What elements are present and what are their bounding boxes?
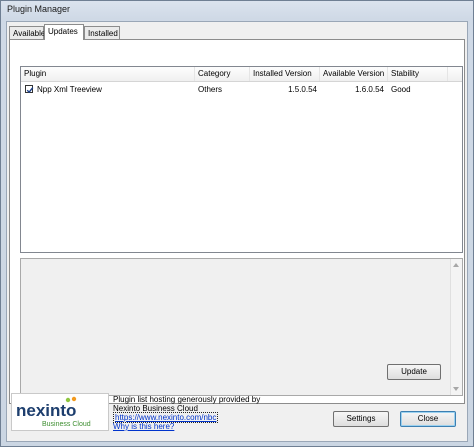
plugin-list[interactable]: Plugin Category Installed Version Availa… (20, 66, 463, 253)
cell-stability: Good (391, 85, 411, 94)
checkmark-icon (26, 87, 34, 94)
tab-available[interactable]: Available (9, 26, 45, 39)
hosting-line-1: Plugin list hosting generously provided … (113, 395, 261, 404)
tab-installed[interactable]: Installed (84, 26, 120, 39)
tab-updates[interactable]: Updates (44, 24, 84, 40)
table-row[interactable]: Npp Xml Treeview Others 1.5.0.54 1.6.0.5… (21, 83, 462, 96)
column-header-stability[interactable]: Stability (388, 67, 448, 81)
nexinto-logo-image: nexinto Business Cloud (12, 394, 108, 430)
update-button[interactable]: Update (387, 364, 441, 380)
scroll-up-arrow-icon[interactable] (453, 263, 459, 267)
settings-button[interactable]: Settings (333, 411, 389, 427)
cell-installed-version: 1.5.0.54 (288, 85, 317, 94)
cell-available-version: 1.6.0.54 (355, 85, 384, 94)
window-title: Plugin Manager (7, 4, 71, 14)
why-is-this-here-link[interactable]: Why is this here? (113, 422, 174, 431)
list-header: Plugin Category Installed Version Availa… (21, 67, 462, 82)
plugin-select-checkbox[interactable] (25, 85, 34, 94)
column-header-installed-version[interactable]: Installed Version (250, 67, 320, 81)
cell-plugin-name: Npp Xml Treeview (37, 85, 102, 94)
scroll-down-arrow-icon[interactable] (453, 387, 459, 391)
hosting-credits: Plugin list hosting generously provided … (113, 395, 260, 431)
nexinto-logo[interactable]: nexinto Business Cloud (11, 393, 109, 431)
column-header-plugin[interactable]: Plugin (21, 67, 195, 81)
svg-text:Business Cloud: Business Cloud (42, 421, 91, 428)
column-header-available-version[interactable]: Available Version (320, 67, 388, 81)
column-header-category[interactable]: Category (195, 67, 250, 81)
updates-tab-panel: Plugin Category Installed Version Availa… (9, 39, 465, 404)
plugin-manager-window: Plugin Manager Available Updates Install… (0, 0, 474, 447)
description-scrollbar[interactable] (450, 259, 462, 395)
svg-text:nexinto: nexinto (16, 401, 76, 420)
dialog-client-area: Available Updates Installed Plugin Categ… (6, 21, 468, 442)
cell-category: Others (198, 85, 223, 94)
close-button[interactable]: Close (400, 411, 456, 427)
